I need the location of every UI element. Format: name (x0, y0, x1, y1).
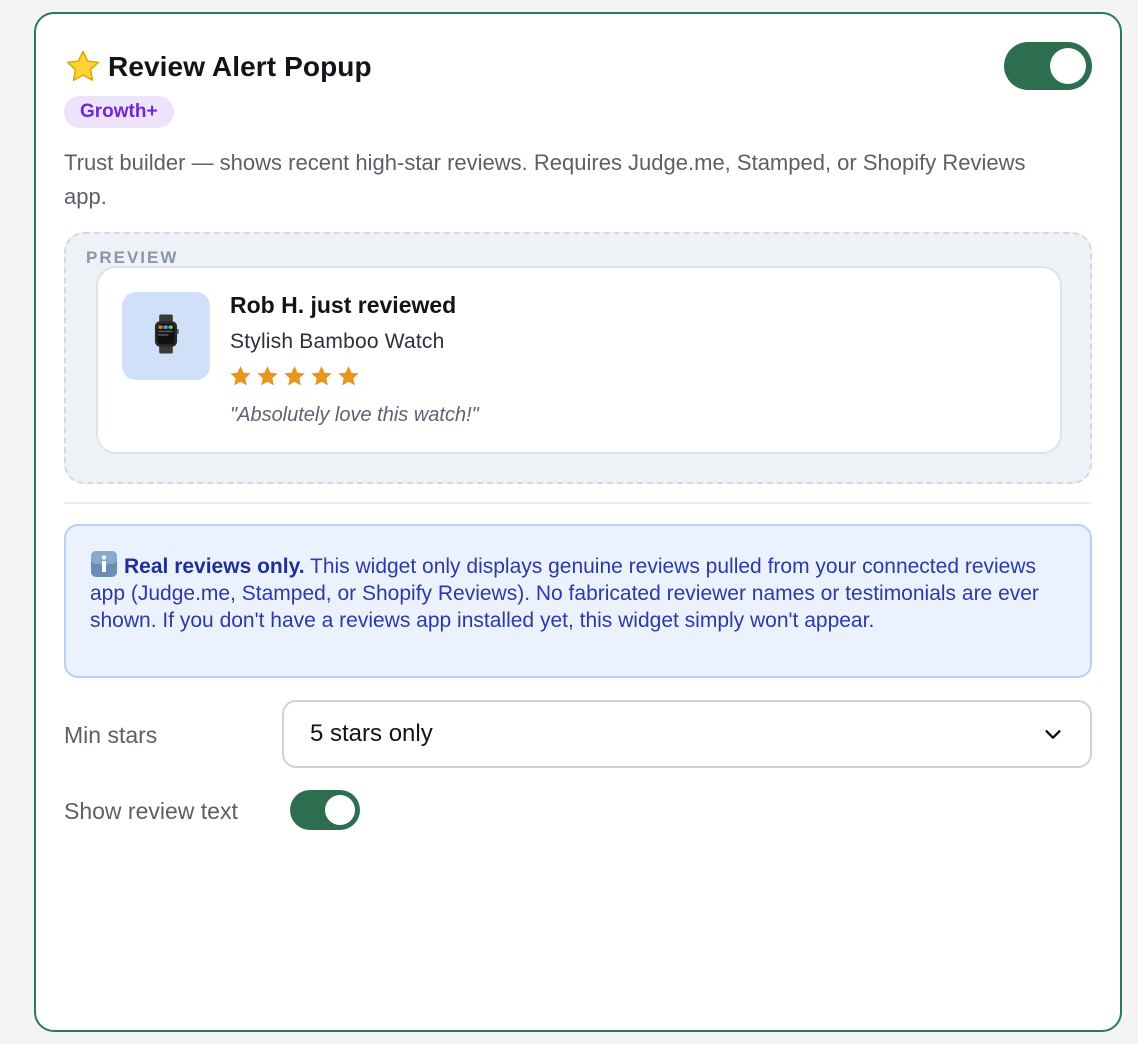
rating-star-icon (230, 366, 251, 386)
reviewer-line: Rob H. just reviewed (230, 292, 457, 318)
rating-star-icon (338, 366, 359, 386)
review-popup-preview: Rob H. just reviewed Stylish Bamboo Watc… (96, 266, 1062, 454)
section-divider (64, 502, 1092, 504)
widget-header: Review Alert Popup (64, 48, 372, 86)
watch-icon (149, 312, 183, 361)
widget-enabled-toggle[interactable] (1004, 42, 1092, 90)
info-icon (90, 550, 118, 578)
rating-star-icon (284, 366, 305, 386)
show-review-text-label: Show review text (64, 798, 238, 824)
preview-panel: PREVIEW Rob H. just reviewed Stylish Bam… (64, 232, 1092, 484)
toggle-knob (325, 795, 355, 825)
star-rating (228, 364, 361, 389)
rating-star-icon (257, 366, 278, 386)
min-stars-select[interactable]: 5 stars only (282, 700, 1092, 768)
widget-card: Review Alert Popup Growth+ Trust builder… (34, 12, 1122, 1032)
rating-star-icon (311, 366, 332, 386)
widget-title: Review Alert Popup (108, 51, 372, 82)
reviewed-product-name: Stylish Bamboo Watch (230, 330, 445, 353)
product-thumbnail (122, 292, 210, 380)
notice-heading: Real reviews only. (124, 555, 305, 578)
min-stars-value: 5 stars only (310, 720, 433, 747)
star-icon (64, 48, 102, 86)
min-stars-label: Min stars (64, 722, 158, 748)
plan-badge: Growth+ (64, 96, 174, 128)
widget-description: Trust builder — shows recent high-star r… (64, 150, 1026, 209)
toggle-knob (1050, 48, 1086, 84)
real-reviews-notice: Real reviews only. This widget only disp… (64, 524, 1092, 678)
chevron-down-icon (1042, 723, 1064, 745)
preview-label: PREVIEW (86, 248, 179, 267)
show-review-text-toggle[interactable] (290, 790, 360, 830)
review-quote: "Absolutely love this watch!" (230, 404, 479, 426)
